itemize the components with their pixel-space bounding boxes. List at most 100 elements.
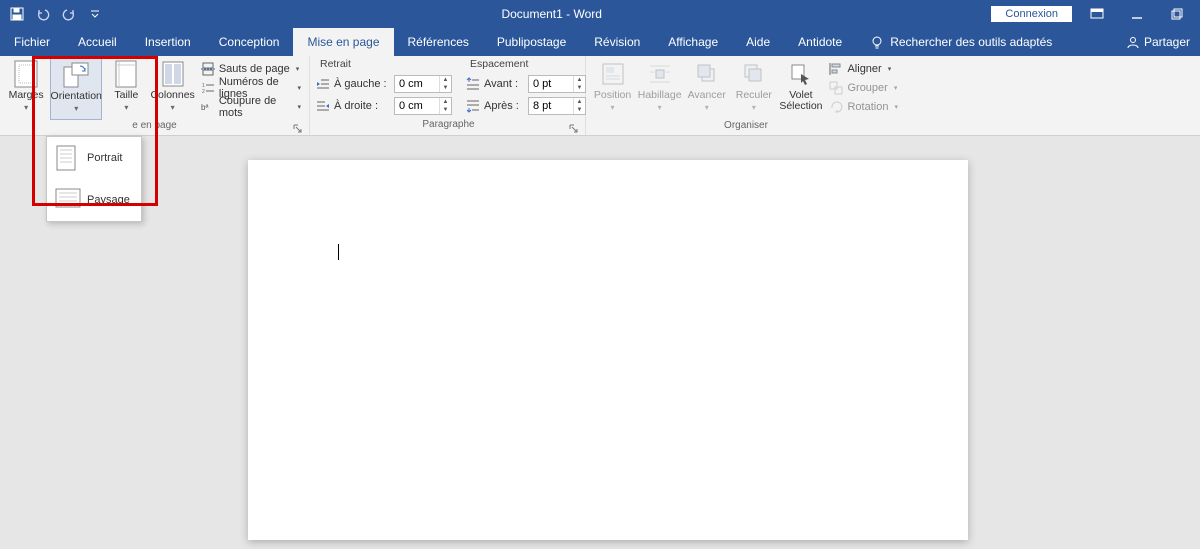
orientation-paysage-option[interactable]: Paysage [47, 179, 141, 221]
retrait-droite-input[interactable]: ▲▼ [394, 97, 452, 115]
indent-left-icon [316, 77, 330, 91]
spinner-down-icon[interactable]: ▼ [574, 106, 585, 114]
chevron-down-icon: ▾ [124, 103, 128, 112]
chevron-down-icon: ▾ [611, 103, 615, 112]
tab-antidote[interactable]: Antidote [784, 28, 856, 56]
space-after-icon [466, 99, 480, 113]
save-icon[interactable] [6, 3, 28, 25]
volet-selection-button[interactable]: VoletSélection [778, 58, 823, 120]
volet-label-2: Sélection [779, 100, 822, 112]
espacement-avant-input[interactable]: ▲▼ [528, 75, 586, 93]
rotation-label: Rotation [847, 101, 888, 113]
tab-affichage[interactable]: Affichage [654, 28, 732, 56]
maximize-icon[interactable] [1162, 3, 1192, 25]
spinner-up-icon[interactable]: ▲ [574, 98, 585, 106]
margins-icon [12, 60, 40, 88]
orientation-portrait-option[interactable]: Portrait [47, 137, 141, 179]
espacement-apres-input[interactable]: ▲▼ [528, 97, 586, 115]
avancer-label: Avancer [688, 90, 726, 101]
chevron-down-icon: ▾ [297, 84, 301, 92]
svg-text:bª: bª [201, 103, 208, 112]
tab-publipostage[interactable]: Publipostage [483, 28, 580, 56]
dialog-launcher-icon[interactable] [569, 124, 579, 134]
tab-revision[interactable]: Révision [580, 28, 654, 56]
coupure-mots-button[interactable]: bª Coupure de mots ▾ [197, 98, 305, 116]
chevron-down-icon: ▾ [24, 103, 28, 112]
marges-button[interactable]: Marges ▾ [4, 58, 48, 120]
svg-text:2: 2 [202, 89, 205, 95]
chevron-down-icon: ▾ [171, 103, 175, 112]
spinner-down-icon[interactable]: ▼ [574, 84, 585, 92]
group-paragraphe-label: Paragraphe [422, 119, 474, 130]
share-button[interactable]: Partager [1126, 35, 1190, 49]
marges-label: Marges [9, 90, 44, 101]
position-icon [599, 60, 627, 88]
tab-mise-en-page[interactable]: Mise en page [293, 28, 393, 56]
apres-label: Après : [484, 100, 524, 112]
retrait-gauche-field[interactable] [395, 76, 439, 92]
customize-qat-icon[interactable] [84, 3, 106, 25]
spinner-down-icon[interactable]: ▼ [440, 106, 451, 114]
tab-fichier[interactable]: Fichier [0, 28, 64, 56]
tab-accueil[interactable]: Accueil [64, 28, 131, 56]
rotate-icon [829, 100, 843, 114]
spinner-up-icon[interactable]: ▲ [574, 76, 585, 84]
text-wrap-icon [646, 60, 674, 88]
sign-in-button[interactable]: Connexion [991, 6, 1072, 22]
orientation-dropdown: Portrait Paysage [46, 136, 142, 222]
colonnes-button[interactable]: Colonnes ▾ [150, 58, 194, 120]
indent-right-icon [316, 99, 330, 113]
retrait-droite-field[interactable] [395, 98, 439, 114]
undo-icon[interactable] [32, 3, 54, 25]
tell-me-search[interactable]: Rechercher des outils adaptés [856, 28, 1066, 56]
title-bar: Document1 - Word Connexion [0, 0, 1200, 28]
a-gauche-label: À gauche : [334, 78, 390, 90]
spinner-up-icon[interactable]: ▲ [440, 98, 451, 106]
share-icon [1126, 35, 1140, 49]
grouper-button: Grouper ▾ [825, 79, 902, 97]
a-droite-label: À droite : [334, 100, 390, 112]
ribbon-display-options-icon[interactable] [1082, 3, 1112, 25]
chevron-down-icon: ▾ [658, 103, 662, 112]
tab-conception[interactable]: Conception [205, 28, 294, 56]
grouper-label: Grouper [847, 82, 887, 94]
tell-me-label: Rechercher des outils adaptés [890, 35, 1052, 49]
taille-button[interactable]: Taille ▾ [104, 58, 148, 120]
espacement-avant-field[interactable] [529, 76, 573, 92]
orientation-button[interactable]: Orientation ▾ [50, 58, 102, 120]
redo-icon[interactable] [58, 3, 80, 25]
espacement-heading: Espacement [466, 58, 586, 72]
ribbon-tabs: Fichier Accueil Insertion Conception Mis… [0, 28, 1200, 56]
group-organiser-label: Organiser [724, 120, 768, 131]
tab-aide[interactable]: Aide [732, 28, 784, 56]
bring-forward-icon [693, 60, 721, 88]
taille-label: Taille [114, 90, 138, 101]
avancer-button: Avancer ▾ [684, 58, 729, 120]
aligner-label: Aligner [847, 63, 881, 75]
chevron-down-icon: ▾ [74, 104, 78, 113]
chevron-down-icon: ▾ [894, 103, 898, 111]
spinner-down-icon[interactable]: ▼ [440, 84, 451, 92]
spinner-up-icon[interactable]: ▲ [440, 76, 451, 84]
line-numbers-icon: 12 [201, 81, 215, 95]
aligner-button[interactable]: Aligner ▾ [825, 60, 902, 78]
landscape-icon [55, 187, 77, 213]
espacement-apres-field[interactable] [529, 98, 573, 114]
send-backward-icon [740, 60, 768, 88]
reculer-label: Reculer [736, 90, 772, 101]
lightbulb-icon [870, 35, 884, 49]
document-page[interactable] [248, 160, 968, 540]
minimize-icon[interactable] [1122, 3, 1152, 25]
retrait-gauche-input[interactable]: ▲▼ [394, 75, 452, 93]
sauts-label: Sauts de page [219, 63, 290, 75]
chevron-down-icon: ▾ [296, 65, 300, 73]
dialog-launcher-icon[interactable] [293, 124, 303, 134]
group-icon [829, 81, 843, 95]
position-button: Position ▾ [590, 58, 635, 120]
page-break-icon [201, 62, 215, 76]
avant-label: Avant : [484, 78, 524, 90]
tab-insertion[interactable]: Insertion [131, 28, 205, 56]
tab-references[interactable]: Références [394, 28, 483, 56]
share-label: Partager [1144, 35, 1190, 49]
portrait-icon [55, 145, 77, 171]
